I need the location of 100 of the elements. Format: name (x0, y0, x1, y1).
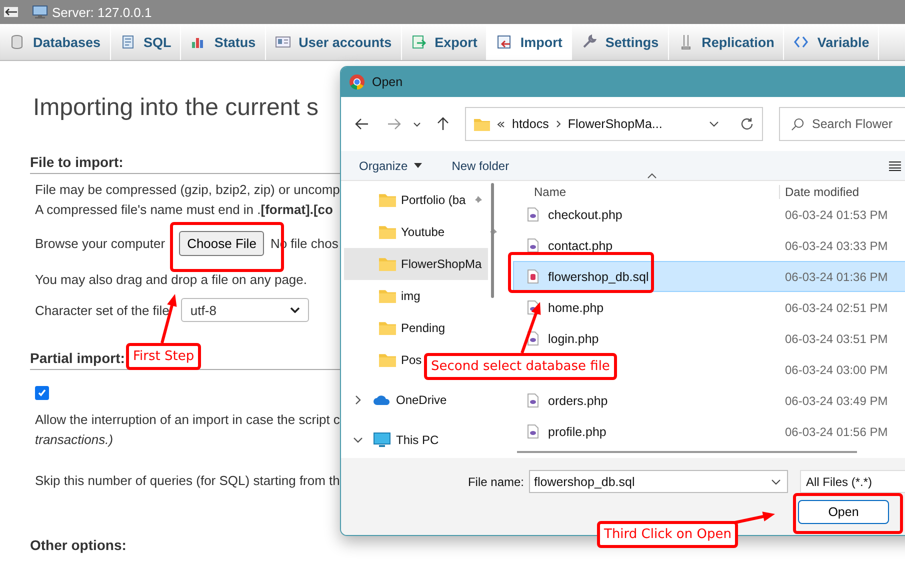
file-name: home.php (548, 300, 604, 314)
tab-icon (410, 34, 427, 50)
php-file-icon (527, 424, 539, 439)
note-text: A compressed file's name must end in .[format].[co (35, 202, 333, 218)
charset-select[interactable]: utf-8 (181, 298, 310, 322)
scrollbar[interactable] (491, 183, 494, 298)
file-date: 06-03-24 01:56 PM (785, 424, 888, 438)
folder-icon (379, 193, 396, 207)
file-row[interactable]: contact.php 06-03-24 03:33 PM (513, 230, 905, 261)
organize-button[interactable]: Organize (359, 158, 422, 172)
chevron-down-icon (290, 307, 300, 313)
dialog-title: Open (372, 75, 403, 89)
folder-icon (379, 321, 396, 335)
file-row[interactable]: profile.php 06-03-24 01:56 PM (513, 416, 905, 447)
nav-item[interactable]: img (344, 280, 420, 312)
tab[interactable]: Replication (668, 24, 784, 60)
caret-icon (414, 163, 422, 168)
chevron-down-icon (771, 478, 781, 484)
browse-label: Browse your computer (35, 236, 166, 251)
column-header[interactable]: Name (534, 185, 779, 199)
file-row[interactable]: orders.php 06-03-24 03:49 PM (513, 385, 905, 416)
back-arrow-icon[interactable] (355, 118, 369, 130)
tab[interactable]: Status (181, 24, 266, 60)
tab[interactable]: Databases (0, 24, 111, 60)
folder-icon (379, 225, 396, 239)
file-name: profile.php (548, 424, 606, 438)
address-bar[interactable]: htdocs FlowerShopMa... (465, 107, 763, 141)
monitor-icon (32, 5, 48, 19)
file-type-select[interactable]: All Files (*.*) (800, 470, 905, 493)
up-arrow-icon[interactable] (437, 117, 449, 131)
file-date: 06-03-24 03:51 PM (785, 332, 888, 346)
section-legend: Partial import: (30, 350, 125, 369)
nav-item[interactable]: This PC (344, 424, 439, 456)
breadcrumb[interactable]: htdocs (512, 117, 549, 131)
view-menu-icon[interactable] (889, 160, 901, 170)
nav-item[interactable]: Pos (344, 344, 422, 376)
column-header[interactable]: Date modified (779, 185, 860, 199)
tab-icon (581, 34, 598, 50)
chevron-icon[interactable] (353, 395, 363, 405)
forward-arrow-icon[interactable] (387, 118, 401, 130)
file-name: login.php (548, 332, 599, 346)
search-icon (791, 118, 804, 131)
step-label: First Step (126, 343, 202, 370)
file-name: orders.php (548, 394, 608, 408)
cloud-icon (373, 394, 391, 406)
file-name: contact.php (548, 238, 613, 252)
drag-note: You may also drag and drop a file on any page. (35, 272, 307, 288)
note-text: File may be compressed (gzip, bzip2, zip) or uncomp (35, 182, 340, 198)
sort-chevron-icon (647, 173, 657, 179)
nav-item[interactable]: Pending (344, 312, 446, 344)
page-heading: Importing into the current s (33, 94, 318, 123)
choose-file-button[interactable]: Choose File (179, 231, 264, 256)
file-row[interactable]: login.php 06-03-24 03:51 PM (513, 323, 905, 354)
file-name: flowershop_db.sql (548, 270, 649, 284)
chevron-down-icon[interactable] (413, 122, 421, 126)
tab[interactable]: Settings (572, 24, 669, 60)
server-title: Server: 127.0.0.1 (52, 4, 152, 20)
file-date: 06-03-24 03:33 PM (785, 238, 888, 252)
file-name: checkout.php (548, 208, 622, 222)
file-row[interactable]: flowershop_db.sql 06-03-24 01:36 PM (513, 261, 905, 292)
chevron-icon[interactable] (353, 435, 363, 445)
tab[interactable]: Variable (784, 24, 880, 60)
chevron-down-icon[interactable] (709, 121, 719, 127)
php-file-icon (527, 207, 539, 222)
nav-item[interactable]: FlowerShopMa (344, 248, 488, 280)
php-file-icon (527, 331, 539, 346)
tab-icon (9, 34, 25, 50)
browser-logo-icon (349, 74, 365, 90)
file-row[interactable]: checkout.php 06-03-24 01:53 PM (513, 199, 905, 230)
file-date: 06-03-24 01:53 PM (785, 208, 888, 222)
search-field[interactable]: Search Flower (779, 107, 905, 141)
folder-icon (379, 289, 396, 303)
open-button[interactable]: Open (798, 500, 889, 524)
section-legend: File to import: (30, 154, 124, 173)
file-date: 06-03-24 03:00 PM (785, 362, 888, 376)
tab[interactable]: SQL (110, 24, 182, 60)
back-arrow-icon[interactable] (4, 7, 18, 17)
refresh-icon[interactable] (740, 117, 754, 131)
tab[interactable]: User accounts (266, 24, 402, 60)
checkbox[interactable] (35, 386, 49, 400)
file-date: 06-03-24 02:51 PM (785, 300, 888, 314)
double-chevron-icon (497, 120, 505, 128)
skip-label: Skip this number of queries (for SQL) starting from th (35, 473, 340, 489)
nav-item[interactable]: OneDrive (344, 384, 447, 416)
php-file-icon (527, 393, 539, 408)
tab-icon (274, 34, 291, 50)
file-date: 06-03-24 03:49 PM (785, 394, 888, 408)
chevron-right-icon (556, 120, 561, 128)
file-name-label: File name: (466, 474, 524, 488)
interrupt-label: Allow the interruption of an import in case the script c (35, 412, 340, 428)
tab[interactable]: Import (487, 24, 572, 60)
tab-icon (120, 34, 136, 50)
breadcrumb[interactable]: FlowerShopMa... (568, 117, 662, 131)
file-date: 06-03-24 01:36 PM (785, 270, 888, 284)
file-name-field[interactable]: flowershop_db.sql (529, 470, 788, 493)
folder-icon (474, 118, 490, 130)
nav-item[interactable]: Portfolio (ba (344, 184, 483, 216)
new-folder-button[interactable]: New folder (452, 158, 510, 172)
interrupt-note: transactions.) (35, 432, 114, 448)
scrollbar[interactable] (517, 451, 857, 453)
